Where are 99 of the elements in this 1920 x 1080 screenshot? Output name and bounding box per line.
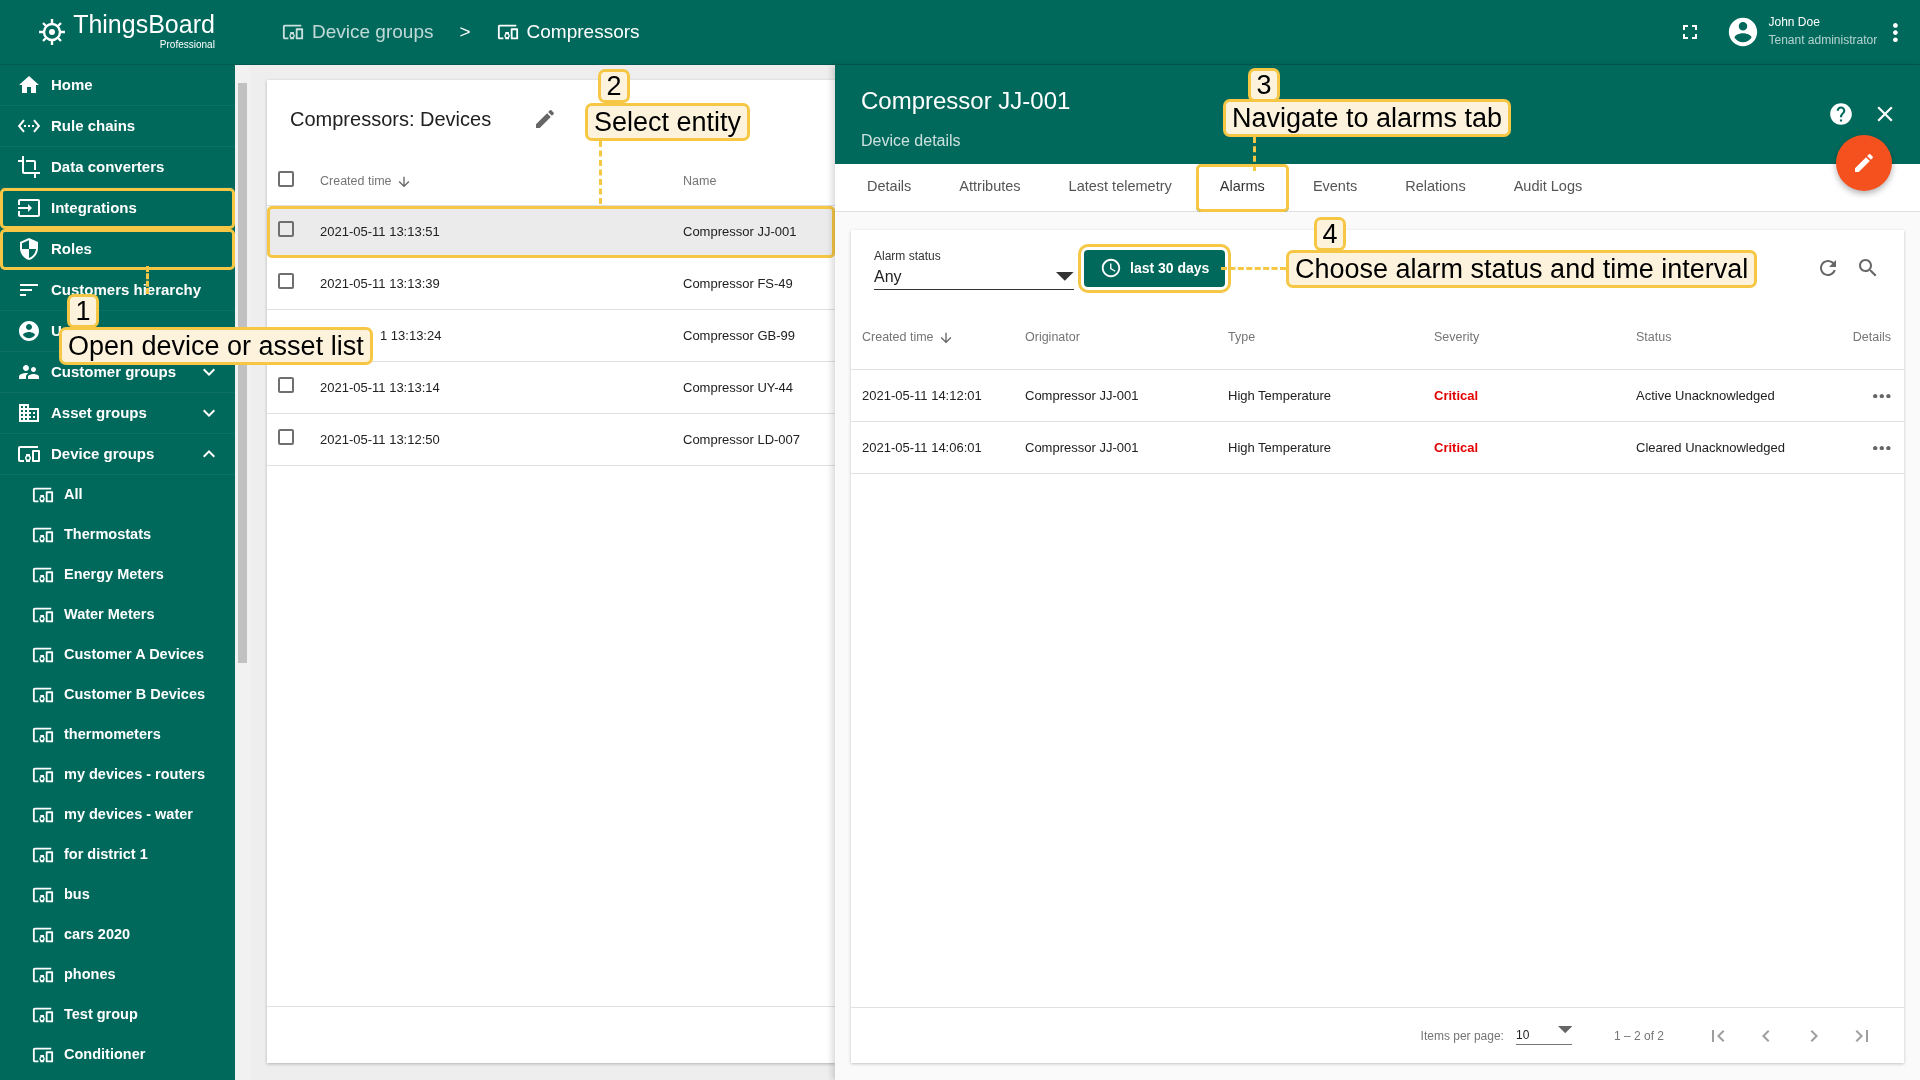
table-cell: High Temperature: [1228, 439, 1332, 455]
table-cell: 2021-05-11 13:13:51: [320, 223, 440, 239]
shield-icon: [17, 237, 41, 261]
alarm-status-select[interactable]: Alarm status Any: [874, 246, 1074, 290]
sidebar-item[interactable]: Customer A Devices: [0, 635, 235, 675]
column-header[interactable]: Name: [683, 172, 717, 191]
help-icon: [1828, 101, 1854, 127]
card-title: Compressors: Devices: [290, 107, 492, 132]
edit-icon: [1852, 151, 1876, 175]
sidebar-item[interactable]: All: [0, 475, 235, 515]
more-button[interactable]: [1893, 20, 1898, 44]
breadcrumb-separator: >: [459, 19, 471, 44]
user-role: Tenant administrator: [1768, 31, 1878, 49]
table-row[interactable]: 2021-05-11 13:12:50 Compressor LD-007: [267, 414, 835, 466]
checkbox[interactable]: [278, 220, 294, 237]
step-number-tooltip: 1: [67, 294, 99, 328]
user-name: John Doe: [1768, 15, 1821, 31]
checkbox[interactable]: [278, 428, 294, 445]
sidebar-item[interactable]: Customer B Devices: [0, 675, 235, 715]
annotation-tooltip: Choose alarm status and time interval: [1286, 250, 1758, 288]
building-icon: [17, 401, 41, 425]
sidebar-item[interactable]: Energy Meters: [0, 555, 235, 595]
tab[interactable]: Attributes: [935, 164, 1045, 212]
breadcrumb-link[interactable]: Device groups: [282, 17, 434, 47]
sidebar-item[interactable]: Roles: [0, 229, 235, 270]
sidebar-item[interactable]: Water Meters: [0, 595, 235, 635]
sidebar-item[interactable]: my devices - water: [0, 795, 235, 835]
table-cell: 2021-05-11 14:06:01: [862, 439, 982, 455]
sidebar-item[interactable]: phones: [0, 955, 235, 995]
table-cell: 2021-05-11 13:12:50: [320, 431, 440, 447]
sidebar-item[interactable]: Home: [0, 65, 235, 106]
items-per-page-label: Items per page:: [1420, 1027, 1504, 1045]
more-icon: [1873, 394, 1891, 399]
page-range: 1 – 2 of 2: [1613, 1027, 1664, 1045]
column-header[interactable]: Type: [1228, 330, 1256, 345]
more-icon: [1873, 446, 1891, 451]
panel-subtitle: Device details: [861, 132, 961, 149]
sidebar-item[interactable]: Device groups: [0, 434, 235, 475]
panel-title: Compressor JJ-001: [861, 87, 1071, 114]
tab[interactable]: Audit Logs: [1489, 164, 1607, 212]
column-header[interactable]: Created time: [320, 172, 392, 191]
enter-box-icon: [17, 196, 41, 220]
table-cell: 1 13:13:24: [380, 327, 442, 343]
column-header[interactable]: Status: [1636, 330, 1672, 345]
tab[interactable]: Alarms: [1195, 164, 1289, 212]
sidebar-item[interactable]: Conditioner: [0, 1035, 235, 1075]
table-row[interactable]: 2021-05-11 13:13:51 Compressor JJ-001: [267, 206, 835, 258]
table-cell: Compressor JJ-001: [683, 223, 797, 239]
severity-label: Critical: [1434, 439, 1479, 455]
sidebar-item[interactable]: Asset groups: [0, 393, 235, 434]
severity-label: Critical: [1434, 387, 1479, 403]
items-per-page-select[interactable]: 10: [1515, 1026, 1572, 1045]
sidebar-item[interactable]: for district 1: [0, 835, 235, 875]
column-header[interactable]: Created time: [862, 328, 934, 347]
table-row[interactable]: 2021-05-11 13:13:39 Compressor FS-49: [267, 258, 835, 310]
breadcrumb-link[interactable]: Compressors: [496, 17, 640, 47]
sidebar-item[interactable]: Thermostats: [0, 515, 235, 555]
tab[interactable]: Latest telemetry: [1044, 164, 1196, 212]
logo-subtitle: Professional: [158, 38, 215, 52]
checkbox[interactable]: [278, 170, 294, 187]
table-cell: Compressor JJ-001: [1025, 387, 1139, 403]
table-cell: Compressor JJ-001: [1025, 439, 1139, 455]
table-cell: Compressor FS-49: [683, 275, 793, 291]
sidebar-item[interactable]: cars 2020: [0, 915, 235, 955]
dropdown-arrow-icon: [1557, 1026, 1572, 1034]
clock-icon: [1100, 257, 1122, 279]
sidebar-item[interactable]: Integrations: [0, 188, 235, 229]
column-header[interactable]: Originator: [1025, 330, 1080, 345]
tab[interactable]: Details: [843, 164, 936, 212]
checkbox[interactable]: [278, 376, 294, 393]
account-icon: [17, 319, 41, 343]
table-cell: Active Unacknowledged: [1636, 387, 1775, 403]
table-cell: Compressor LD-007: [683, 431, 801, 447]
column-header[interactable]: Severity: [1434, 330, 1480, 345]
table-cell: Cleared Unacknowledged: [1636, 439, 1785, 455]
help-button[interactable]: [1828, 101, 1854, 127]
step-number-tooltip: 2: [598, 69, 630, 103]
column-header[interactable]: Details: [1852, 328, 1891, 347]
sidebar-item[interactable]: my devices - routers: [0, 755, 235, 795]
annotation-tooltip: Navigate to alarms tab: [1223, 99, 1512, 137]
step-number-tooltip: 3: [1248, 68, 1280, 102]
checkbox[interactable]: [278, 272, 294, 289]
more-icon: [1893, 23, 1898, 43]
table-cell: 2021-05-11 13:13:14: [320, 379, 440, 395]
table-cell: 2021-05-11 14:12:01: [862, 387, 982, 403]
step-number-tooltip: 4: [1314, 217, 1346, 251]
sidebar-item[interactable]: thermometers: [0, 715, 235, 755]
table-cell: Compressor GB-99: [683, 327, 795, 343]
table-cell: Compressor UY-44: [683, 379, 794, 395]
dropdown-arrow-icon: [1056, 272, 1074, 281]
tab[interactable]: Events: [1288, 164, 1382, 212]
sidebar-item[interactable]: Test group: [0, 995, 235, 1035]
table-cell: High Temperature: [1228, 387, 1332, 403]
table-cell: 2021-05-11 13:13:39: [320, 275, 440, 291]
crop-icon: [17, 155, 41, 179]
sidebar-item[interactable]: bus: [0, 875, 235, 915]
logo-title: ThingsBoard: [73, 12, 215, 37]
tab[interactable]: Relations: [1381, 164, 1490, 212]
annotation-tooltip: Select entity: [585, 103, 751, 141]
